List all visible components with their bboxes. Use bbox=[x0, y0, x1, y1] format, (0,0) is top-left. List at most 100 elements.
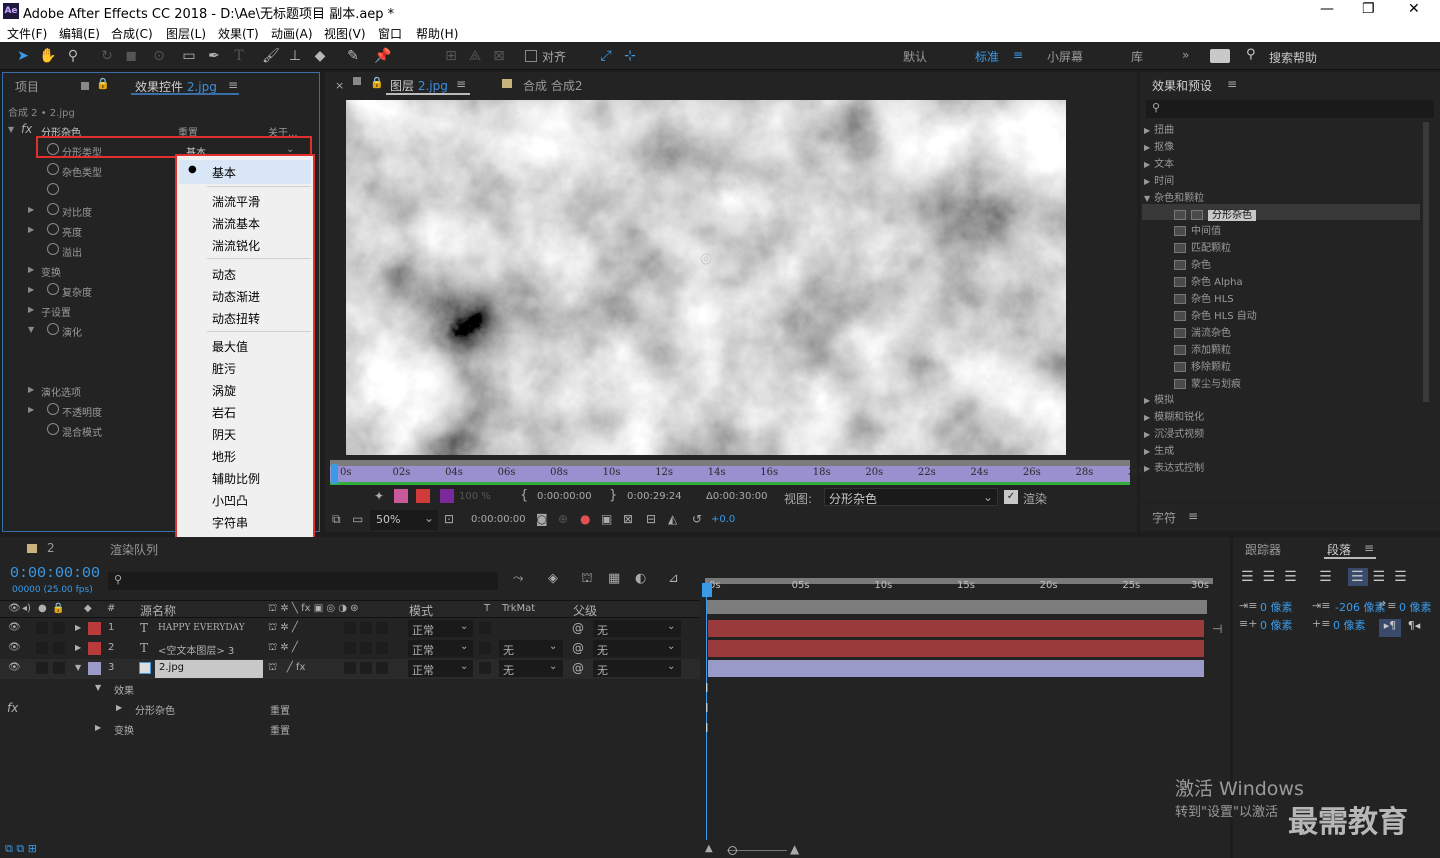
work-area-range[interactable] bbox=[707, 600, 1207, 614]
switch-box[interactable] bbox=[360, 642, 372, 654]
effects-panel-title[interactable]: 效果和预设 bbox=[1152, 77, 1212, 94]
panel-menu-icon[interactable]: ≡ bbox=[1188, 509, 1198, 523]
puppet-pin-icon[interactable]: 📌 bbox=[374, 47, 392, 65]
lock-icon[interactable]: 🔒 bbox=[52, 603, 64, 614]
expand-icon[interactable]: ▶ bbox=[28, 305, 34, 314]
expand-icon[interactable]: ▶ bbox=[1144, 396, 1150, 405]
switch-box[interactable] bbox=[376, 622, 388, 634]
shy-layers-icon[interactable]: ⛫ bbox=[581, 571, 593, 588]
mode-select[interactable]: 正常 ⌄ bbox=[408, 640, 473, 657]
trkmat-select[interactable]: 无 ⌄ bbox=[499, 640, 563, 657]
layer-name[interactable]: 2.jpg bbox=[159, 662, 184, 673]
effect-category[interactable]: ▶ 时间 bbox=[1144, 172, 1174, 187]
expand-icon[interactable]: ▶ bbox=[1144, 143, 1150, 152]
world-axis-icon[interactable]: ⟁ bbox=[466, 47, 484, 65]
reset-exposure-icon[interactable]: ↺ bbox=[692, 512, 702, 526]
panel-menu-icon[interactable]: ≡ bbox=[228, 78, 238, 92]
viewer-canvas[interactable] bbox=[346, 100, 1066, 455]
stopwatch-icon[interactable] bbox=[47, 163, 59, 175]
time-in[interactable]: 0:00:00:00 bbox=[537, 491, 592, 502]
label-icon[interactable]: ◆ bbox=[84, 603, 92, 614]
menu-help[interactable]: 帮助(H) bbox=[416, 25, 458, 42]
solo-box[interactable] bbox=[36, 642, 48, 654]
col-source-name[interactable]: 源名称 bbox=[140, 602, 176, 619]
switch-box[interactable] bbox=[344, 642, 356, 654]
pan-behind-tool-icon[interactable]: ⊙ bbox=[150, 47, 168, 65]
reset-link[interactable]: 重置 bbox=[270, 722, 290, 737]
panel-menu-icon[interactable]: ≡ bbox=[456, 77, 466, 91]
layer-bar-1[interactable] bbox=[708, 620, 1204, 637]
stopwatch-icon[interactable] bbox=[47, 403, 59, 415]
option-smeary[interactable]: 脏污 bbox=[212, 360, 236, 377]
lock-box[interactable] bbox=[53, 642, 65, 654]
current-time[interactable]: 0:00:00:00 bbox=[471, 514, 526, 525]
snap-checkbox[interactable] bbox=[525, 50, 537, 62]
option-max[interactable]: 最大值 bbox=[212, 338, 248, 355]
expand-icon[interactable]: ▶ bbox=[75, 623, 81, 632]
layer-row-2[interactable]: 👁 ▶ 2 T <空文本图层> 3 ⛫ ✲ ╱ 正常 ⌄ 无 ⌄ @ 无 ⌄ bbox=[0, 639, 700, 659]
indent-left-value[interactable]: 0 像素 bbox=[1260, 599, 1293, 615]
expand-icon[interactable]: ▶ bbox=[28, 205, 34, 214]
effect-category[interactable]: ▶ 模糊和锐化 bbox=[1144, 408, 1204, 423]
option-subscale[interactable]: 辅助比例 bbox=[212, 470, 260, 487]
camera-tool-icon[interactable]: ◼ bbox=[122, 47, 140, 65]
brush-tool-icon[interactable]: 🖌 bbox=[262, 47, 280, 65]
region-icon[interactable]: ⊡ bbox=[444, 512, 454, 526]
layer-switches[interactable]: ⛫ ✲ ╱ bbox=[268, 642, 298, 655]
lock-icon[interactable]: 🔒 bbox=[370, 76, 384, 89]
option-turbulent-smooth[interactable]: 湍流平滑 bbox=[212, 193, 260, 210]
effect-item[interactable]: 添加颗粒 bbox=[1174, 341, 1231, 356]
stopwatch-icon[interactable] bbox=[47, 283, 59, 295]
layer-row-3[interactable]: 👁 ▼ 3 2.jpg ⛫ ╱ fx 正常 ⌄ 无 ⌄ @ 无 ⌄ bbox=[0, 659, 700, 679]
zoom-select[interactable]: 50% ⌄ bbox=[370, 510, 438, 530]
stopwatch-icon[interactable] bbox=[47, 183, 59, 195]
layer-bar-3[interactable] bbox=[708, 660, 1204, 677]
comp-flowchart-icon[interactable]: ⧉ ⧉ ⊞ bbox=[5, 842, 37, 856]
effect-category[interactable]: ▶ 文本 bbox=[1144, 155, 1174, 170]
keyframe-marker[interactable]: I bbox=[705, 681, 709, 695]
effect-item[interactable]: 中间值 bbox=[1174, 222, 1221, 237]
option-turbulent-basic[interactable]: 湍流基本 bbox=[212, 215, 260, 232]
mode-select[interactable]: 正常 ⌄ bbox=[408, 660, 473, 677]
effect-item[interactable]: 分形杂色 bbox=[1174, 206, 1256, 221]
trkmat-select[interactable]: 无 ⌄ bbox=[499, 660, 563, 677]
grid-icon[interactable]: ◭ bbox=[668, 512, 677, 526]
timeline-nav-icon[interactable]: ⊣ bbox=[1212, 622, 1222, 636]
time-out[interactable]: 0:00:29:24 bbox=[627, 491, 682, 502]
snap-edge-icon[interactable]: ⤢ bbox=[597, 47, 615, 65]
timeline-timecode[interactable]: 0:00:00:00 bbox=[10, 565, 100, 582]
menu-composition[interactable]: 合成(C) bbox=[111, 25, 153, 42]
panel-menu-icon[interactable]: ≡ bbox=[1227, 77, 1237, 91]
stopwatch-icon[interactable] bbox=[47, 223, 59, 235]
transform-row[interactable]: ▶ 变换 重置 bbox=[0, 719, 700, 739]
option-strings[interactable]: 字符串 bbox=[212, 514, 248, 531]
snapshot-icon[interactable]: ◙ bbox=[536, 512, 548, 526]
effect-category[interactable]: ▶ 表达式控制 bbox=[1144, 459, 1204, 474]
fx-icon[interactable]: fx bbox=[7, 701, 18, 715]
in-point-icon[interactable]: { bbox=[520, 488, 528, 503]
expand-icon[interactable]: ▶ bbox=[1144, 177, 1150, 186]
lock-box[interactable] bbox=[53, 622, 65, 634]
menu-animation[interactable]: 动画(A) bbox=[271, 25, 313, 42]
selection-tool-icon[interactable]: ➤ bbox=[14, 47, 32, 65]
effect-category[interactable]: ▶ 生成 bbox=[1144, 442, 1174, 457]
motion-blur-icon[interactable]: ◐ bbox=[635, 571, 646, 586]
layer-bar-2[interactable] bbox=[708, 640, 1204, 657]
effect-item[interactable]: 杂色 HLS 自动 bbox=[1174, 307, 1257, 322]
option-small-bumps[interactable]: 小凹凸 bbox=[212, 492, 248, 509]
zoom-out-icon[interactable]: ▲ bbox=[705, 843, 713, 854]
layer-name[interactable]: HAPPY EVERYDAY bbox=[158, 623, 245, 633]
audio-icon[interactable]: ◂) bbox=[22, 603, 31, 614]
switch-box[interactable] bbox=[360, 622, 372, 634]
effect-category[interactable]: ▶ 模拟 bbox=[1144, 391, 1174, 406]
expand-icon[interactable]: ▶ bbox=[28, 385, 34, 394]
switch-box[interactable] bbox=[360, 662, 372, 674]
snap-grid-icon[interactable]: ⊹ bbox=[621, 47, 639, 65]
workspace-library[interactable]: 库 bbox=[1131, 48, 1143, 65]
collapse-icon[interactable]: ▼ bbox=[75, 663, 81, 672]
label-color[interactable] bbox=[88, 642, 101, 655]
option-terrain[interactable]: 地形 bbox=[212, 448, 236, 465]
effect-item[interactable]: 湍流杂色 bbox=[1174, 324, 1231, 339]
menu-view[interactable]: 视图(V) bbox=[324, 25, 366, 42]
channel-icon[interactable]: ● bbox=[580, 512, 590, 526]
